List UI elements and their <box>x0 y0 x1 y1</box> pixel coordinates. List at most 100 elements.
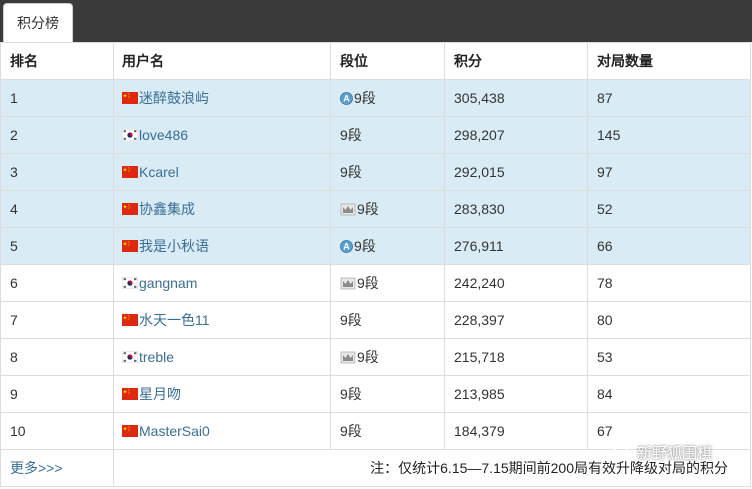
dan-cell: 9段 <box>331 376 445 412</box>
watermark: 新野狐围棋 <box>613 442 712 463</box>
rank-cell: 5 <box>1 228 114 264</box>
username-cell: gangnam <box>114 265 331 301</box>
games-cell: 53 <box>597 349 613 365</box>
leaderboard-table: 排名 用户名 段位 积分 对局数量 1 迷醉鼓浪屿 A 9段 305,438 8… <box>0 42 751 487</box>
table-row: 8 treble 9段 215,718 53 <box>1 339 750 376</box>
more-link[interactable]: 更多>>> <box>10 458 63 478</box>
username-link[interactable]: MasterSai0 <box>139 423 210 439</box>
games-cell: 145 <box>597 127 621 143</box>
username-link[interactable]: love486 <box>139 127 188 143</box>
dan-label: 9段 <box>340 386 362 402</box>
china-flag-icon <box>122 388 138 400</box>
top-bar: 积分榜 <box>0 0 752 42</box>
score-cell: 305,438 <box>445 80 588 116</box>
column-header-dan: 段位 <box>331 43 445 79</box>
dan-cell: 9段 <box>331 413 445 449</box>
more-cell: 更多>>> <box>1 450 114 486</box>
table-row: 2 love486 9段 298,207 145 <box>1 117 750 154</box>
china-flag-icon <box>122 203 138 215</box>
score-cell: 283,830 <box>445 191 588 227</box>
crown-badge-icon <box>340 277 356 289</box>
username-link[interactable]: Kcarel <box>139 164 179 180</box>
dan-cell: 9段 <box>331 339 445 375</box>
dan-label: 9段 <box>340 164 362 180</box>
table-row: 7 水天一色11 9段 228,397 80 <box>1 302 750 339</box>
dan-cell: 9段 <box>331 117 445 153</box>
username-cell: Kcarel <box>114 154 331 190</box>
table-row: 5 我是小秋语 A 9段 276,911 66 <box>1 228 750 265</box>
games-cell: 80 <box>597 312 613 328</box>
table-body: 1 迷醉鼓浪屿 A 9段 305,438 87 2 love486 9段 298… <box>1 80 750 450</box>
crown-badge-icon <box>340 203 356 215</box>
table-row: 6 gangnam 9段 242,240 78 <box>1 265 750 302</box>
username-cell: MasterSai0 <box>114 413 331 449</box>
username-link[interactable]: 水天一色11 <box>139 310 210 330</box>
username-cell: love486 <box>114 117 331 153</box>
china-flag-icon <box>122 166 138 178</box>
username-cell: 水天一色11 <box>114 302 331 338</box>
dan-label: 9段 <box>357 275 379 291</box>
china-flag-icon <box>122 92 138 104</box>
dan-cell: 9段 <box>331 154 445 190</box>
table-header: 排名 用户名 段位 积分 对局数量 <box>1 42 750 80</box>
username-link[interactable]: gangnam <box>139 275 197 291</box>
username-cell: 星月吻 <box>114 376 331 412</box>
score-cell: 298,207 <box>445 117 588 153</box>
korea-flag-icon <box>122 277 138 289</box>
rank-cell: 6 <box>1 265 114 301</box>
score-cell: 228,397 <box>445 302 588 338</box>
username-link[interactable]: 迷醉鼓浪屿 <box>139 88 209 108</box>
score-cell: 242,240 <box>445 265 588 301</box>
table-row: 3 Kcarel 9段 292,015 97 <box>1 154 750 191</box>
svg-text:A: A <box>343 241 350 251</box>
username-link[interactable]: 协鑫集成 <box>139 199 195 219</box>
wechat-icon <box>613 445 633 460</box>
column-header-score: 积分 <box>445 43 588 79</box>
username-link[interactable]: 我是小秋语 <box>139 236 209 256</box>
table-row: 1 迷醉鼓浪屿 A 9段 305,438 87 <box>1 80 750 117</box>
korea-flag-icon <box>122 129 138 141</box>
score-cell: 184,379 <box>445 413 588 449</box>
dan-label: 9段 <box>340 312 362 328</box>
games-cell: 97 <box>597 164 613 180</box>
a-badge-icon: A <box>340 91 353 105</box>
dan-cell: 9段 <box>331 302 445 338</box>
score-cell: 215,718 <box>445 339 588 375</box>
crown-badge-icon <box>340 351 356 363</box>
dan-label: 9段 <box>357 201 379 217</box>
username-cell: 协鑫集成 <box>114 191 331 227</box>
rank-cell: 10 <box>1 413 114 449</box>
dan-label: 9段 <box>354 90 376 106</box>
table-row: 9 星月吻 9段 213,985 84 <box>1 376 750 413</box>
rank-cell: 8 <box>1 339 114 375</box>
dan-cell: 9段 <box>331 265 445 301</box>
tab-leaderboard[interactable]: 积分榜 <box>3 3 73 42</box>
dan-label: 9段 <box>340 423 362 439</box>
dan-label: 9段 <box>354 238 376 254</box>
username-cell: treble <box>114 339 331 375</box>
dan-label: 9段 <box>340 127 362 143</box>
rank-cell: 7 <box>1 302 114 338</box>
username-link[interactable]: treble <box>139 349 174 365</box>
rank-cell: 9 <box>1 376 114 412</box>
games-cell: 78 <box>597 275 613 291</box>
column-header-rank: 排名 <box>1 43 114 79</box>
games-cell: 87 <box>597 90 613 106</box>
a-badge-icon: A <box>340 239 353 253</box>
rank-cell: 3 <box>1 154 114 190</box>
table-row: 4 协鑫集成 9段 283,830 52 <box>1 191 750 228</box>
dan-cell: A 9段 <box>331 228 445 264</box>
china-flag-icon <box>122 425 138 437</box>
dan-label: 9段 <box>357 349 379 365</box>
username-cell: 迷醉鼓浪屿 <box>114 80 331 116</box>
games-cell: 66 <box>597 238 613 254</box>
svg-text:A: A <box>343 93 350 103</box>
column-header-games: 对局数量 <box>597 53 653 69</box>
china-flag-icon <box>122 240 138 252</box>
korea-flag-icon <box>122 351 138 363</box>
games-cell: 84 <box>597 386 613 402</box>
dan-cell: A 9段 <box>331 80 445 116</box>
username-link[interactable]: 星月吻 <box>139 384 181 404</box>
score-cell: 213,985 <box>445 376 588 412</box>
rank-cell: 2 <box>1 117 114 153</box>
